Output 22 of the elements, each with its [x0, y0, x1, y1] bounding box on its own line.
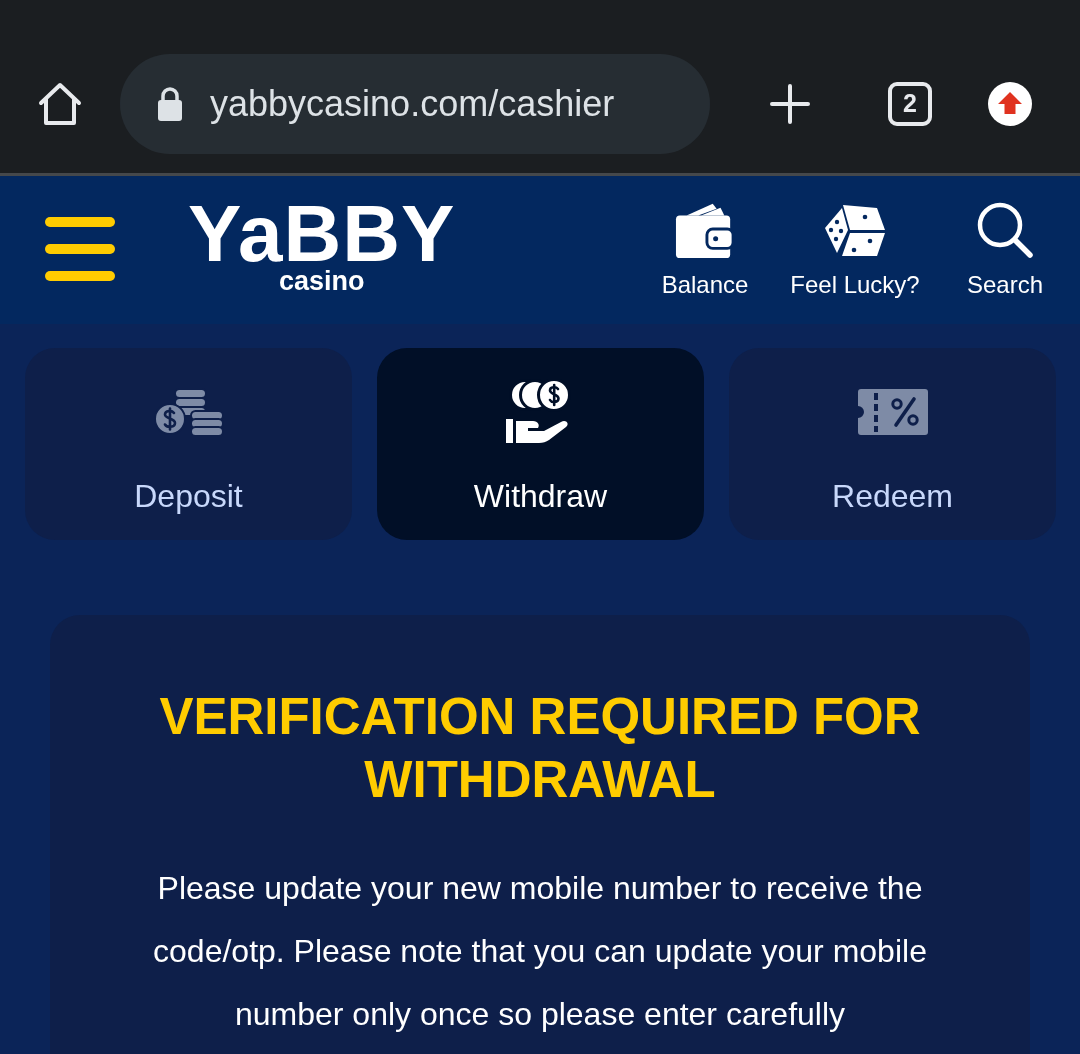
- search-icon: [976, 201, 1034, 260]
- home-icon[interactable]: [38, 81, 82, 126]
- feel-lucky-button[interactable]: Feel Lucky?: [782, 201, 928, 299]
- notice-message: Please update your new mobile number to receive the code/otp. Please note that you can update your mobile number only once so please enter carefully: [152, 869, 928, 1034]
- search-button[interactable]: Search: [932, 201, 1078, 299]
- deposit-tab[interactable]: Deposit: [25, 348, 352, 540]
- url-text: yabbycasino.com/cashier: [210, 81, 615, 126]
- notice-title: VERIFICATION REQUIRED FOR WITHDRAWAL: [158, 687, 922, 810]
- dice-icon: [824, 203, 886, 258]
- plus-icon[interactable]: [770, 83, 810, 124]
- ticket-icon: [857, 389, 928, 435]
- tab-count-button[interactable]: 2: [888, 81, 932, 126]
- withdraw-tab[interactable]: Withdraw: [377, 348, 704, 540]
- coins-icon: [153, 388, 224, 436]
- wallet-icon: [675, 201, 735, 260]
- logo-wordmark: YaBBY: [188, 201, 456, 266]
- redeem-tab[interactable]: Redeem: [729, 348, 1056, 540]
- address-bar[interactable]: yabbycasino.com/cashier: [120, 53, 710, 154]
- balance-button[interactable]: Balance: [632, 201, 778, 299]
- logo-subtitle: casino: [278, 267, 365, 295]
- menu-icon[interactable]: [45, 216, 115, 281]
- lock-icon: [158, 86, 182, 121]
